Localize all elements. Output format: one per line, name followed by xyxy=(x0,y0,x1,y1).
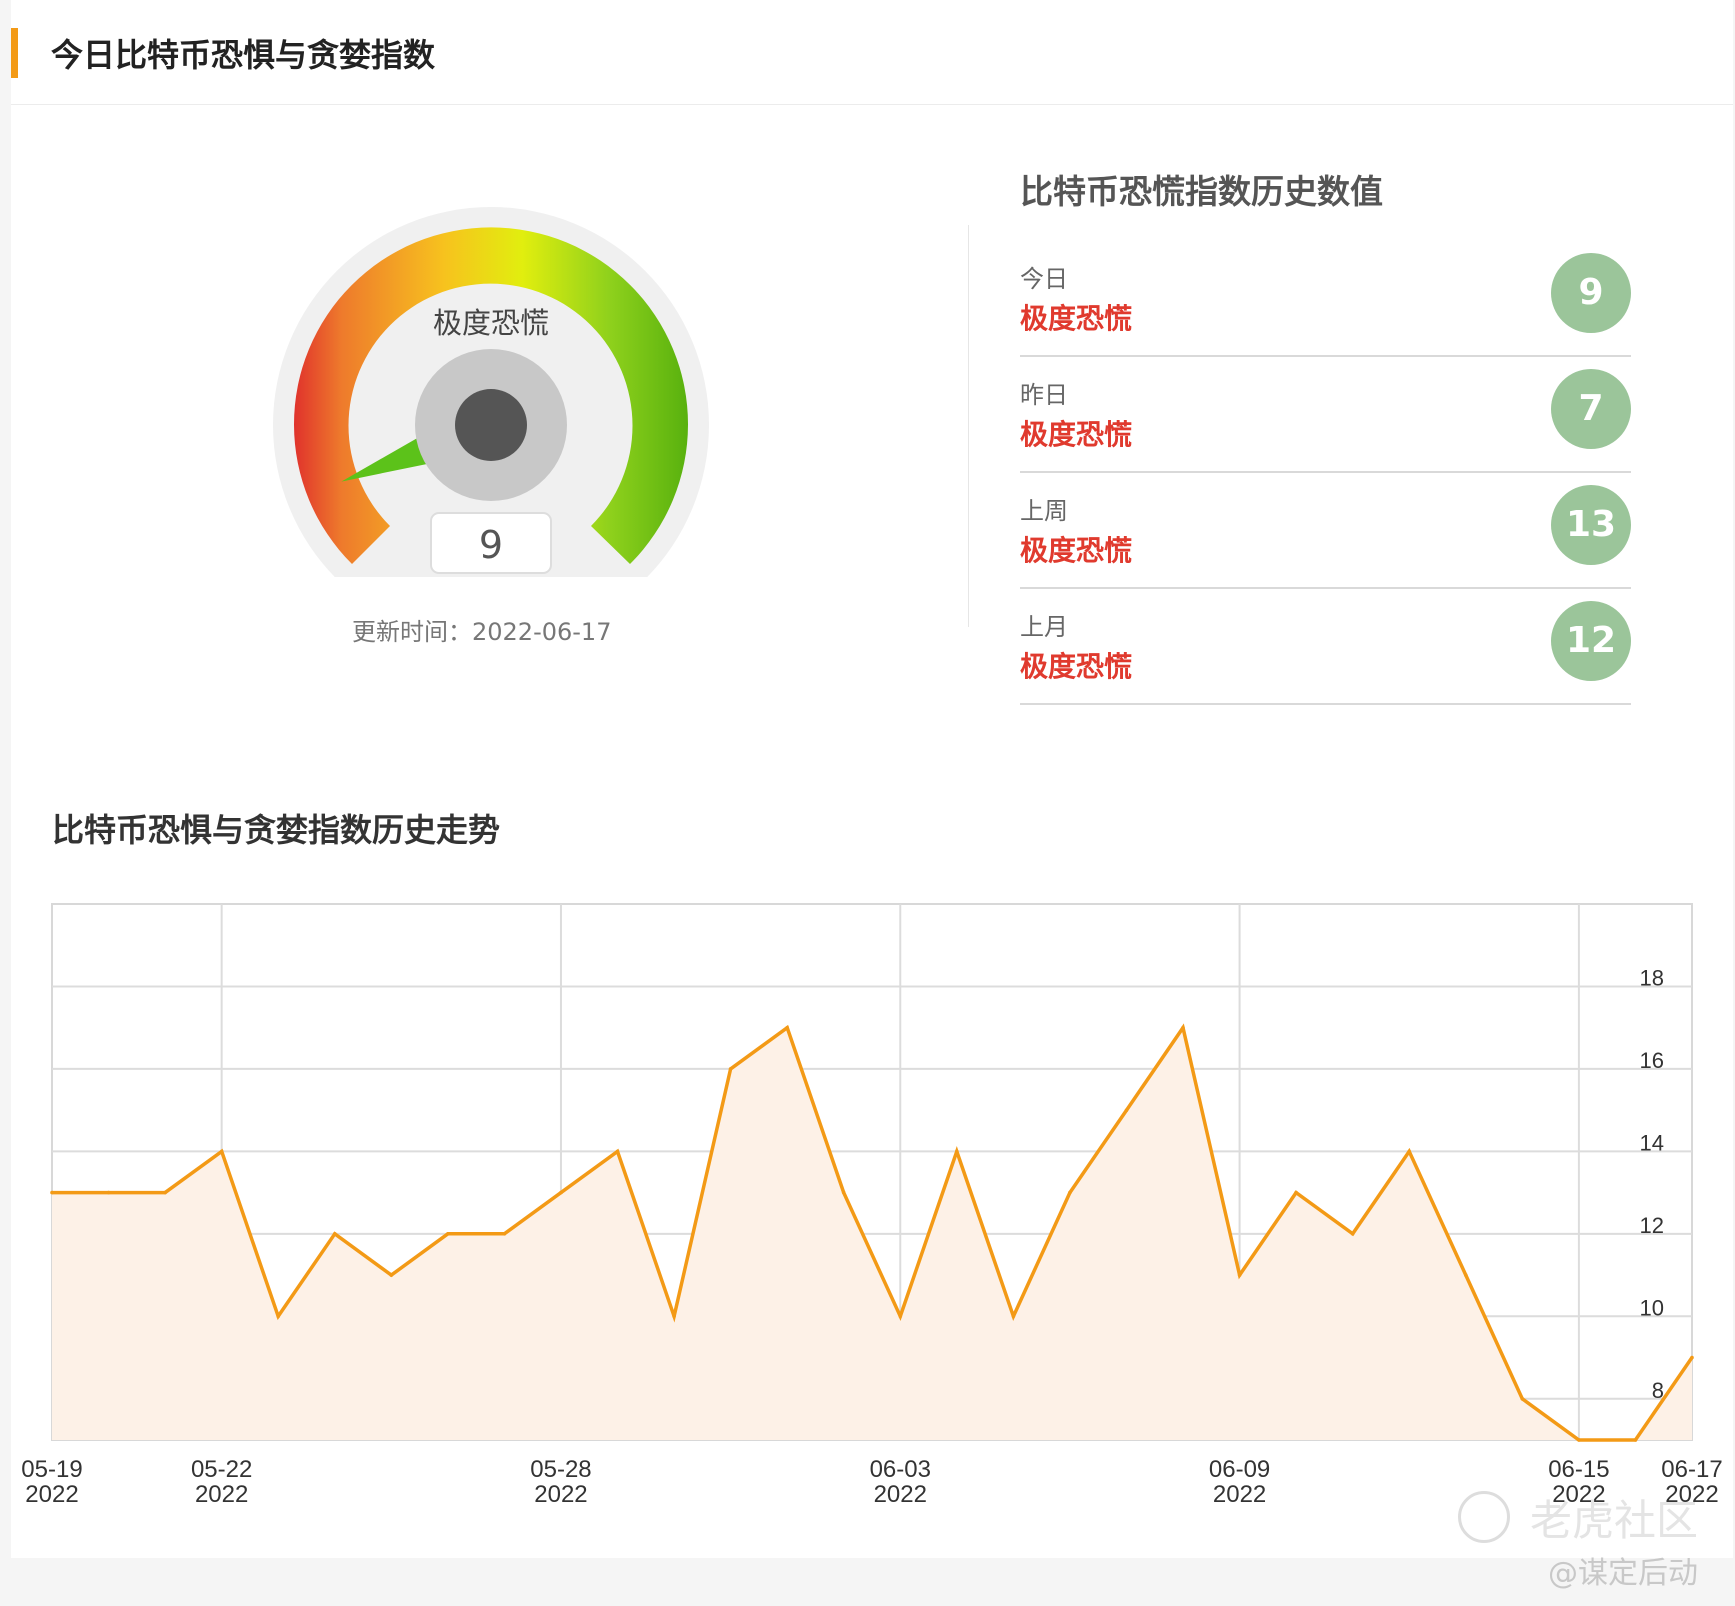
y-tick-label: 8 xyxy=(1652,1378,1664,1403)
data-point xyxy=(1237,1273,1242,1277)
header-accent-bar xyxy=(11,28,18,78)
fear-greed-gauge: 极度恐慌 9 xyxy=(273,207,709,577)
data-point xyxy=(1633,1438,1638,1442)
watermark-author: @谋定后动 xyxy=(1548,1556,1698,1591)
x-tick-label: 06-15 xyxy=(1548,1456,1609,1483)
y-tick-label: 14 xyxy=(1640,1130,1664,1155)
data-point xyxy=(1011,1314,1016,1319)
history-row-status: 极度恐慌 xyxy=(1020,302,1133,335)
history-row-status: 极度恐慌 xyxy=(1020,650,1133,683)
data-point xyxy=(1181,1025,1185,1030)
trend-chart: 8101214161805-19202205-22202205-28202206… xyxy=(21,903,1723,1508)
data-point xyxy=(1124,1108,1129,1112)
history-row-status: 极度恐慌 xyxy=(1020,418,1133,451)
history-row-value-badge: 9 xyxy=(1551,253,1631,333)
data-point xyxy=(785,1025,789,1030)
tiger-logo-icon xyxy=(1458,1491,1510,1543)
y-tick-label: 16 xyxy=(1640,1048,1664,1073)
x-tick-year-label: 2022 xyxy=(25,1481,78,1508)
data-point xyxy=(841,1190,846,1195)
history-row-value-badge: 12 xyxy=(1551,601,1631,681)
gauge-value: 9 xyxy=(479,523,503,567)
history-row-value-badge: 13 xyxy=(1551,485,1631,565)
data-point xyxy=(1520,1397,1525,1401)
x-tick-year-label: 2022 xyxy=(1213,1481,1266,1508)
section-divider xyxy=(968,225,969,627)
update-time: 更新时间：2022-06-17 xyxy=(352,618,612,646)
data-point xyxy=(446,1232,450,1236)
history-title: 比特币恐慌指数历史数值 xyxy=(1020,172,1383,211)
data-point xyxy=(276,1314,281,1319)
x-tick-label: 05-19 xyxy=(21,1456,82,1483)
x-tick-year-label: 2022 xyxy=(534,1481,587,1508)
x-tick-year-label: 2022 xyxy=(874,1481,927,1508)
data-point xyxy=(106,1190,111,1195)
data-point xyxy=(333,1232,337,1236)
data-point xyxy=(1294,1190,1298,1195)
page-title: 今日比特币恐惧与贪婪指数 xyxy=(51,36,436,74)
data-point xyxy=(559,1190,563,1195)
data-point xyxy=(955,1149,959,1154)
trend-title: 比特币恐惧与贪婪指数历史走势 xyxy=(52,811,501,849)
history-row-today: 今日 极度恐慌 9 xyxy=(1020,239,1631,357)
watermark: 老虎社区 xyxy=(1458,1485,1718,1545)
data-point xyxy=(898,1314,903,1319)
data-point xyxy=(163,1190,167,1195)
data-point xyxy=(50,1190,54,1195)
gauge-hub-center xyxy=(455,389,527,461)
x-tick-label: 06-03 xyxy=(870,1456,931,1483)
data-point xyxy=(389,1273,394,1277)
history-row-yesterday: 昨日 极度恐慌 7 xyxy=(1020,355,1631,473)
x-tick-label: 05-22 xyxy=(191,1456,252,1483)
history-row-label: 上月 xyxy=(1020,613,1068,641)
history-row-label: 上周 xyxy=(1020,497,1068,525)
watermark-brand: 老虎社区 xyxy=(1530,1496,1699,1545)
data-point xyxy=(672,1314,676,1319)
history-row-last-month: 上月 极度恐慌 12 xyxy=(1020,587,1631,705)
data-point xyxy=(1407,1149,1411,1154)
data-point xyxy=(502,1232,507,1236)
x-tick-year-label: 2022 xyxy=(195,1481,248,1508)
history-row-last-week: 上周 极度恐慌 13 xyxy=(1020,471,1631,589)
history-row-value-badge: 7 xyxy=(1551,369,1631,449)
data-point xyxy=(1464,1273,1468,1277)
data-point xyxy=(615,1149,620,1154)
data-point xyxy=(728,1067,733,1071)
x-tick-label: 06-09 xyxy=(1209,1456,1270,1483)
y-tick-label: 18 xyxy=(1640,965,1664,990)
x-tick-label: 05-28 xyxy=(530,1456,591,1483)
data-point xyxy=(1577,1438,1581,1442)
y-tick-label: 10 xyxy=(1640,1295,1664,1320)
history-row-label: 今日 xyxy=(1020,265,1068,293)
history-row-label: 昨日 xyxy=(1020,381,1068,409)
y-tick-label: 12 xyxy=(1640,1213,1664,1238)
gauge-status-label: 极度恐慌 xyxy=(433,306,549,340)
history-row-status: 极度恐慌 xyxy=(1020,534,1133,567)
data-point xyxy=(1068,1190,1072,1195)
x-tick-label: 06-17 xyxy=(1661,1456,1722,1483)
card-header: 今日比特币恐惧与贪婪指数 xyxy=(11,0,1733,105)
data-point xyxy=(1350,1232,1355,1236)
data-point xyxy=(1690,1355,1694,1360)
data-point xyxy=(219,1149,224,1154)
